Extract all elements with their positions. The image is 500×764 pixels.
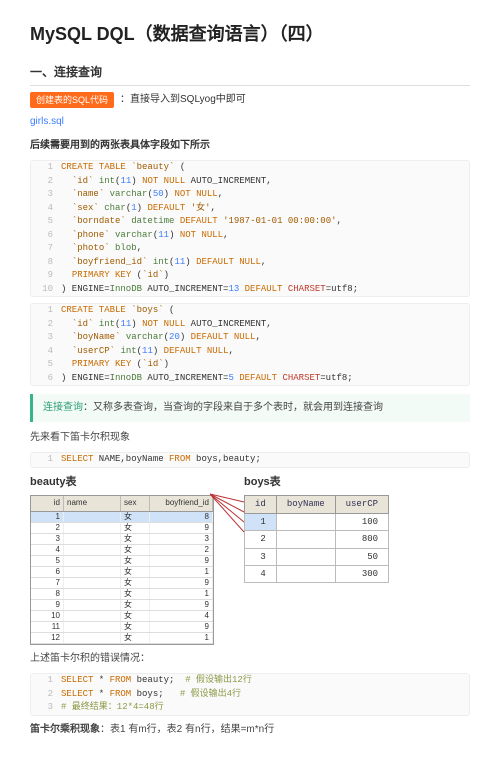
code-block-cartesian: 1SELECT * FROM beauty; # 假设输出12行2SELECT … bbox=[30, 673, 470, 716]
file-link[interactable]: girls.sql bbox=[30, 114, 470, 130]
schema-note: 后续需要用到的两张表具体字段如下所示 bbox=[30, 138, 470, 154]
plain-text-1: 先来看下笛卡尔积现象 bbox=[30, 430, 470, 446]
tag-line: 创建表的SQL代码 ：直接导入到SQLyog中即可 bbox=[30, 92, 470, 108]
callout-join: 连接查询：又称多表查询，当查询的字段来自于多个表时，就会用到连接查询 bbox=[30, 394, 470, 422]
plain-text-3: 笛卡尔乘积现象：表1 有m行，表2 有n行，结果=m*n行 bbox=[30, 722, 470, 738]
boys-title: boys表 bbox=[244, 474, 389, 492]
beauty-title: beauty表 bbox=[30, 474, 214, 492]
beauty-table-wrap: beauty表 idnamesexboyfriend_id1女82女93女34女… bbox=[30, 474, 214, 645]
code-block-select1: 1SELECT NAME,boyName FROM boys,beauty; bbox=[30, 452, 470, 468]
sql-tag: 创建表的SQL代码 bbox=[30, 92, 114, 108]
tag-rest: ：直接导入到SQLyog中即可 bbox=[120, 92, 246, 108]
cartesian-rest: ：表1 有m行，表2 有n行，结果=m*n行 bbox=[100, 724, 274, 735]
cartesian-lead: 笛卡尔乘积现象 bbox=[30, 724, 100, 735]
plain-text-2: 上述笛卡尔积的错误情况： bbox=[30, 651, 470, 667]
page-title: MySQL DQL（数据查询语言）（四） bbox=[30, 20, 470, 49]
beauty-table: idnamesexboyfriend_id1女82女93女34女25女96女17… bbox=[30, 495, 214, 645]
callout-lead: 连接查询 bbox=[43, 402, 83, 413]
callout-rest: ：又称多表查询，当查询的字段来自于多个表时，就会用到连接查询 bbox=[83, 402, 383, 413]
boys-table-wrap: boys表 idboyNameuserCP110028003504300 bbox=[244, 474, 389, 584]
section-heading: 一、连接查询 bbox=[30, 63, 470, 86]
code-block-boys: 1CREATE TABLE `boys` (2 `id` int(11) NOT… bbox=[30, 303, 470, 386]
boys-table: idboyNameuserCP110028003504300 bbox=[244, 495, 389, 583]
code-block-beauty: 1CREATE TABLE `beauty` (2 `id` int(11) N… bbox=[30, 160, 470, 297]
